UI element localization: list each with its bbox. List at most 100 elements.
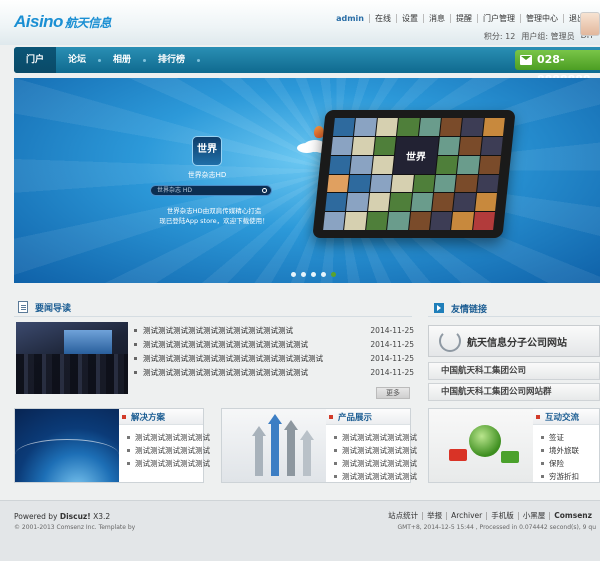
banner-search-box: 世界杂志 HD xyxy=(150,185,272,196)
list-item[interactable]: 保险 xyxy=(541,457,579,470)
news-list: 测试测试测试测试测试测试测试测试测试测试 2014-11-25 测试测试测试测试测… xyxy=(134,323,414,379)
magazine-tile xyxy=(397,118,420,136)
list-item[interactable]: 穷游折扣 xyxy=(541,470,579,483)
magazine-tile xyxy=(480,136,503,155)
magazine-tile xyxy=(474,193,497,212)
magazine-tile xyxy=(408,212,431,230)
news-item-title[interactable]: 测试测试测试测试测试测试测试测试测试测试测试 xyxy=(143,367,370,378)
list-item[interactable]: 测试测试测试测试测试 xyxy=(334,431,417,444)
magazine-tile xyxy=(455,174,478,193)
photo-screen xyxy=(64,330,112,354)
magazine-tile xyxy=(459,136,482,155)
banner-line-2: 现已登陆App store，欢迎下载使用！ xyxy=(159,217,269,225)
magazine-tile xyxy=(325,193,348,212)
news-item[interactable]: 测试测试测试测试测试测试测试测试测试测试测试 2014-11-25 xyxy=(134,337,414,351)
box-header: 产品展示 xyxy=(326,409,410,425)
footer: Powered by Discuz! X3.2 © 2001-2013 Coms… xyxy=(0,500,600,561)
list-item[interactable]: 测试测试测试测试测试 xyxy=(334,457,417,470)
footer-link-blackroom[interactable]: 小黑屋 xyxy=(519,512,551,520)
box-title[interactable]: 解决方案 xyxy=(121,411,165,423)
nav-item-album[interactable]: 相册 xyxy=(101,47,143,73)
link-casic[interactable]: 中国航天科工集团公司 xyxy=(428,362,600,380)
user-group[interactable]: 用户组: 管理员 xyxy=(521,31,574,42)
settings-link[interactable]: 设置 xyxy=(397,14,424,23)
magazine-tile xyxy=(437,136,461,155)
magazine-tile xyxy=(457,155,480,174)
magazine-tile xyxy=(365,212,389,230)
list-item[interactable]: 境外旅联 xyxy=(541,444,579,457)
footer-link-report[interactable]: 举报 xyxy=(423,512,448,520)
logo-text-cn: 航天信息 xyxy=(64,16,112,30)
site-logo[interactable]: Aisino 航天信息 xyxy=(14,12,111,32)
arrows-image[interactable] xyxy=(222,409,326,482)
magazine-tile xyxy=(327,174,350,193)
slide-dot[interactable] xyxy=(321,272,326,277)
news-item-title[interactable]: 测试测试测试测试测试测试测试测试测试测试测试测试 xyxy=(143,353,370,364)
magazine-tile xyxy=(453,193,476,212)
reminders-link[interactable]: 提醒 xyxy=(451,14,478,23)
divider xyxy=(428,316,600,317)
news-item-title[interactable]: 测试测试测试测试测试测试测试测试测试测试 xyxy=(143,325,370,336)
magazine-tile xyxy=(391,174,414,193)
link-subsidiary-site[interactable]: 航天信息分子公司网站 xyxy=(428,325,600,357)
admin-center-link[interactable]: 管理中心 xyxy=(521,14,564,23)
online-link[interactable]: 在线 xyxy=(370,14,397,23)
list-item[interactable]: 测试测试测试测试测试 xyxy=(127,444,210,457)
magazine-tile xyxy=(412,174,435,193)
list-item[interactable]: 签证 xyxy=(541,431,579,444)
news-item-date: 2014-11-25 xyxy=(370,325,414,335)
link-casic-sites[interactable]: 中国航天科工集团公司网站群 xyxy=(428,383,600,401)
news-item[interactable]: 测试测试测试测试测试测试测试测试测试测试测试测试 2014-11-25 xyxy=(134,351,414,365)
box-title[interactable]: 互动交流 xyxy=(535,411,579,423)
footer-link-comsenz[interactable]: Comsenz xyxy=(550,512,596,520)
magazine-tile xyxy=(431,193,455,212)
globe-image[interactable] xyxy=(429,409,533,482)
nav-item-portal[interactable]: 门户 xyxy=(14,47,57,73)
footer-links: 站点统计 举报 Archiver 手机版 小黑屋 Comsenz xyxy=(384,512,596,520)
list-item[interactable]: 测试测试测试测试测试 xyxy=(334,444,417,457)
box-header: 互动交流 xyxy=(533,409,599,425)
news-item-title[interactable]: 测试测试测试测试测试测试测试测试测试测试测试 xyxy=(143,339,370,350)
portal-admin-link[interactable]: 门户管理 xyxy=(478,14,521,23)
discuz-link[interactable]: Discuz! xyxy=(60,512,91,521)
news-item-date: 2014-11-25 xyxy=(370,339,414,349)
magazine-tile xyxy=(367,193,391,212)
news-item[interactable]: 测试测试测试测试测试测试测试测试测试测试测试 2014-11-25 xyxy=(134,365,414,379)
nav-separator xyxy=(197,58,201,62)
company-logo-icon xyxy=(439,330,461,352)
copyright: © 2001-2013 Comsenz Inc. Template by xyxy=(14,524,136,531)
tablet-screen: 世界 xyxy=(323,118,505,230)
footer-link-stats[interactable]: 站点统计 xyxy=(384,512,424,520)
list-item[interactable]: 测试测试测试测试测试 xyxy=(334,470,417,483)
points-dropdown[interactable]: 积分: 12 xyxy=(484,31,515,42)
avatar[interactable] xyxy=(580,12,600,36)
globe-icon xyxy=(469,425,501,457)
search-icon xyxy=(262,188,267,193)
links-section-header: 友情链接 xyxy=(434,301,487,315)
nav-item-ranking[interactable]: 排行榜 xyxy=(146,47,197,73)
box-title[interactable]: 产品展示 xyxy=(328,411,372,423)
slide-dot[interactable] xyxy=(331,272,336,277)
news-photo[interactable] xyxy=(16,322,128,394)
earth-image[interactable] xyxy=(15,409,119,482)
magazine-tile xyxy=(435,155,459,174)
list-item[interactable]: 测试测试测试测试测试 xyxy=(127,431,210,444)
footer-link-mobile[interactable]: 手机版 xyxy=(487,512,519,520)
messages-link[interactable]: 消息 xyxy=(424,14,451,23)
list-item[interactable]: 测试测试测试测试测试 xyxy=(127,457,210,470)
more-button[interactable]: 更多 xyxy=(376,387,410,399)
slide-dot[interactable] xyxy=(311,272,316,277)
slide-dot[interactable] xyxy=(301,272,306,277)
magazine-tile xyxy=(323,212,346,230)
links-section-title: 友情链接 xyxy=(451,304,488,315)
nav-item-forum[interactable]: 论坛 xyxy=(56,47,98,73)
powered-label: Powered by xyxy=(14,512,58,521)
news-item[interactable]: 测试测试测试测试测试测试测试测试测试测试 2014-11-25 xyxy=(134,323,414,337)
footer-link-archiver[interactable]: Archiver xyxy=(447,512,488,520)
slide-dot[interactable] xyxy=(291,272,296,277)
main-nav: 门户 论坛 相册 排行榜 xyxy=(14,47,600,73)
box-list: 测试测试测试测试测试 测试测试测试测试测试 测试测试测试测试测试 测试测试测试测… xyxy=(334,431,417,483)
banner-slideshow[interactable]: 世界 世界杂志HD 世界杂志 HD 世界杂志HD由双肩传媒精心打造 现已登陆Ap… xyxy=(14,78,600,283)
username-link[interactable]: admin xyxy=(331,14,370,23)
box-products: 产品展示 测试测试测试测试测试 测试测试测试测试测试 测试测试测试测试测试 测试… xyxy=(221,408,417,483)
